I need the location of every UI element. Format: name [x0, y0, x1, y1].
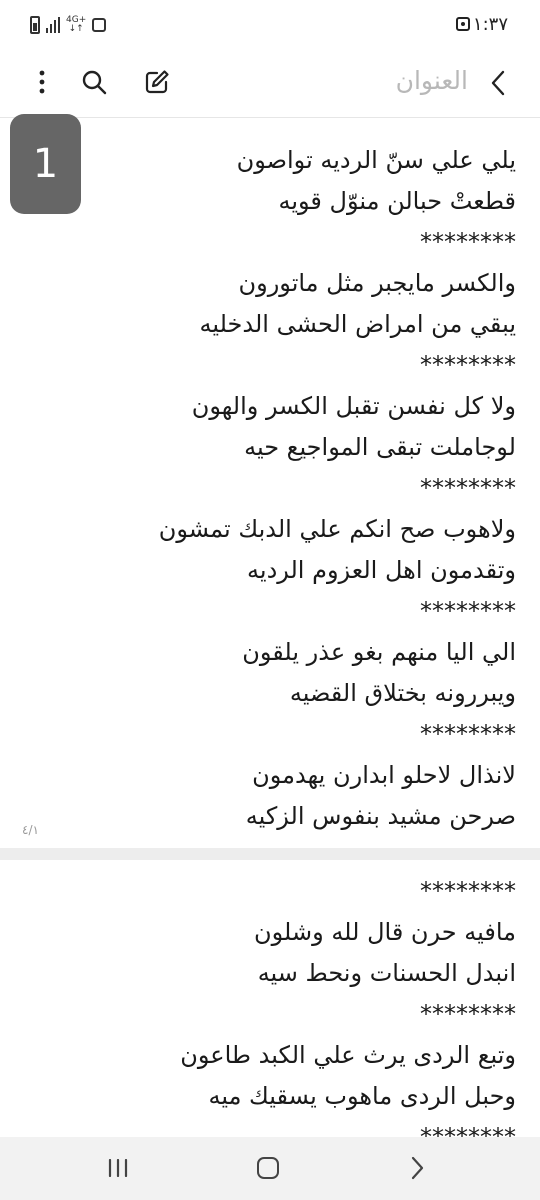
- search-icon[interactable]: [81, 69, 107, 95]
- poem-line: والكسر مايجبر مثل ماتورون: [238, 269, 516, 297]
- poem-line: يلي علي سنّ الرديه تواصون: [236, 146, 516, 174]
- poem-line: يبقي من امراض الحشى الدخليه: [199, 310, 516, 338]
- title-field[interactable]: العنوان: [396, 66, 468, 95]
- poem-line: انبدل الحسنات ونحط سيه: [257, 959, 516, 987]
- page-separator: [0, 848, 540, 860]
- network-type-label: 4G+ ↓↑: [66, 15, 87, 34]
- status-time: ١:٣٧: [472, 14, 508, 35]
- page-indicator: ٤/١: [22, 823, 39, 837]
- poem-line: ولا كل نفسن تقبل الكسر والهون: [191, 392, 516, 420]
- poem-line: وتبع الردى يرث علي الكبد طاعون: [180, 1041, 516, 1069]
- poem-line: وحبل الردى ماهوب يسقيك ميه: [208, 1082, 516, 1110]
- poem-line: ويبررونه بختلاق القضيه: [289, 679, 516, 707]
- status-icons-left: 4G+ ↓↑: [30, 14, 107, 36]
- poem-line: لوجاملت تبقى المواجيع حيه: [244, 433, 516, 461]
- note-body-page-1[interactable]: يلي علي سنّ الرديه تواصون قطعتْ حبالن من…: [159, 140, 516, 837]
- app-bar: العنوان: [0, 52, 540, 116]
- signal-icon: [46, 17, 60, 33]
- status-bar: 4G+ ↓↑ ١:٣٧: [0, 0, 540, 52]
- poem-line: وتقدمون اهل العزوم الرديه: [247, 556, 516, 584]
- poem-separator: ********: [420, 597, 516, 625]
- poem-separator: ********: [420, 474, 516, 502]
- clock-status-icon: [456, 17, 470, 31]
- battery-icon: [30, 16, 40, 34]
- edit-icon[interactable]: [144, 69, 170, 95]
- poem-separator: ********: [420, 720, 516, 748]
- poem-line: مافيه حرن قال لله وشلون: [254, 918, 516, 946]
- nav-back-icon[interactable]: [408, 1155, 426, 1181]
- poem-separator: ********: [420, 351, 516, 379]
- more-vertical-icon[interactable]: [32, 68, 52, 96]
- poem-line: قطعتْ حبالن منوّل قويه: [278, 187, 516, 215]
- network-type-text: 4G+: [66, 15, 87, 25]
- app-bar-divider: [0, 117, 540, 118]
- recycle-icon: [92, 18, 107, 32]
- home-icon[interactable]: [257, 1157, 279, 1179]
- poem-line: الي اليا منهم بغو عذر يلقون: [242, 638, 516, 666]
- recent-apps-icon[interactable]: [107, 1159, 129, 1177]
- page-number-badge: 1: [10, 114, 81, 214]
- poem-separator: ********: [420, 877, 516, 905]
- poem-line: ولاهوب صح انكم علي الدبك تمشون: [158, 515, 516, 543]
- system-nav-bar: [0, 1137, 540, 1200]
- poem-separator: ********: [420, 228, 516, 256]
- note-body-page-2[interactable]: ******** مافيه حرن قال لله وشلون انبدل ا…: [180, 871, 516, 1158]
- poem-line: صرحن مشيد بنفوس الزكيه: [245, 802, 516, 830]
- chevron-right-icon[interactable]: [486, 70, 510, 96]
- poem-separator: ********: [420, 1000, 516, 1028]
- poem-line: لانذال لاحلو ابدارن يهدمون: [252, 761, 516, 789]
